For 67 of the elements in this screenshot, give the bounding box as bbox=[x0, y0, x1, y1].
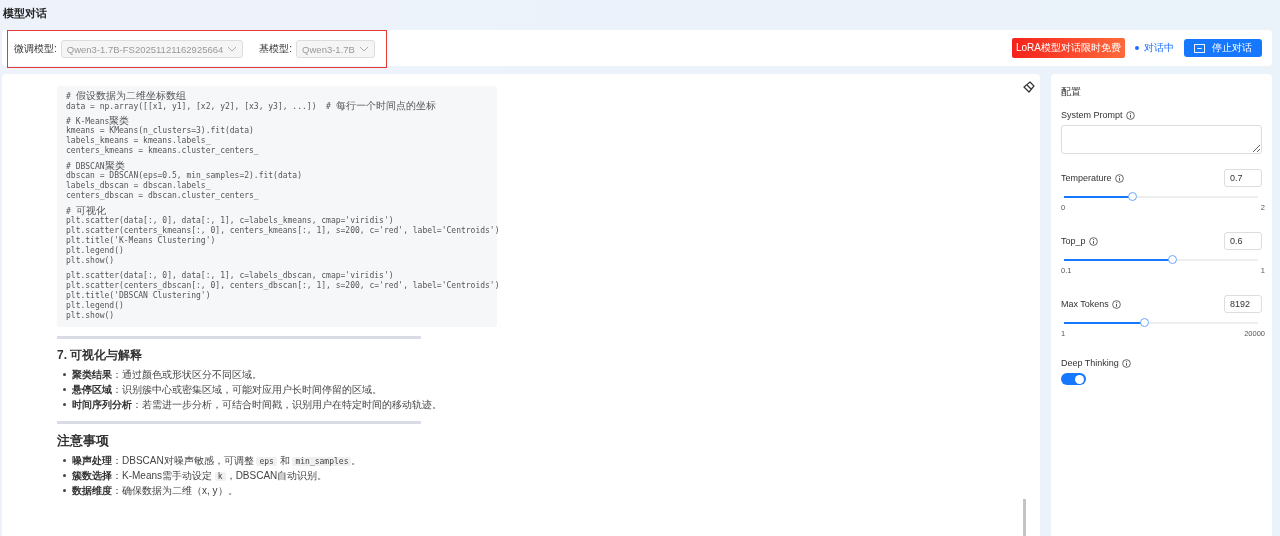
broom-icon[interactable] bbox=[1023, 81, 1035, 93]
chevron-down-icon bbox=[227, 46, 238, 52]
number-field[interactable]: 0.6 bbox=[1224, 232, 1262, 250]
code-line: dbscan = DBSCAN(eps=0.5, min_samples=2).fit(data) bbox=[66, 171, 302, 181]
bullet-icon bbox=[63, 373, 66, 376]
slider[interactable] bbox=[1064, 192, 1258, 202]
code-line: labels_dbscan = dbscan.labels_ bbox=[66, 181, 211, 191]
promo-badge: LoRA模型对话限时免费 bbox=[1012, 38, 1125, 58]
bullet-icon bbox=[63, 459, 66, 462]
info-icon bbox=[1121, 358, 1131, 368]
code-line: plt.scatter(data[:, 0], data[:, 1], c=labels_kmeans, cmap='viridis') bbox=[66, 216, 394, 226]
section-heading: 注意事项 bbox=[57, 432, 109, 449]
field-label: System Prompt bbox=[1061, 110, 1123, 120]
bullet-icon bbox=[63, 403, 66, 406]
chevron-down-icon bbox=[358, 46, 369, 52]
chat-icon bbox=[1194, 43, 1205, 53]
code-line: # 假设数据为二维坐标数组 bbox=[66, 91, 186, 101]
slider-thumb[interactable] bbox=[1167, 255, 1177, 264]
field-label: Top_p bbox=[1061, 236, 1086, 246]
code-line: plt.scatter(centers_dbscan[:, 0], centers_dbscan[:, 1], s=200, c='red', label='Centroids') bbox=[66, 281, 500, 291]
info-icon bbox=[1111, 299, 1121, 309]
field-label: Temperature bbox=[1061, 173, 1112, 183]
status-indicator: 对话中 bbox=[1135, 41, 1174, 55]
slider[interactable] bbox=[1064, 255, 1258, 265]
code-line: # K-Means聚类 bbox=[66, 116, 130, 126]
number-field[interactable]: 0.7 bbox=[1224, 169, 1262, 187]
code-line: centers_dbscan = dbscan.cluster_centers_ bbox=[66, 191, 259, 201]
code-line: plt.title('K-Means Clustering') bbox=[66, 236, 216, 246]
code-line: plt.show() bbox=[66, 256, 115, 266]
field-label: 基模型: bbox=[259, 42, 293, 56]
code-line: # 可视化 bbox=[66, 206, 106, 216]
code-line: data = np.array([[x1, y1], [x2, y2], [x3, y3], ...]) # 每行一个时间点的坐标 bbox=[66, 101, 436, 111]
code-line: plt.legend() bbox=[66, 301, 124, 311]
field-label: Deep Thinking bbox=[1061, 358, 1119, 368]
field-label: 微调模型: bbox=[14, 42, 57, 56]
code-line: centers_kmeans = kmeans.cluster_centers_ bbox=[66, 146, 259, 156]
number-field[interactable]: 8192 bbox=[1224, 295, 1262, 313]
code-line: kmeans = KMeans(n_clusters=3).fit(data) bbox=[66, 126, 254, 136]
bullet-icon bbox=[63, 489, 66, 492]
panel-title: 配置 bbox=[1061, 86, 1082, 99]
code-line: plt.title('DBSCAN Clustering') bbox=[66, 291, 211, 301]
code-line: plt.scatter(data[:, 0], data[:, 1], c=labels_dbscan, cmap='viridis') bbox=[66, 271, 394, 281]
slider[interactable] bbox=[1064, 318, 1258, 328]
info-icon bbox=[1125, 110, 1135, 120]
system-prompt-field[interactable] bbox=[1061, 125, 1262, 154]
slider-thumb[interactable] bbox=[1139, 318, 1149, 327]
code-line: # DBSCAN聚类 bbox=[66, 161, 125, 171]
bullet-icon bbox=[63, 474, 66, 477]
slider-thumb[interactable] bbox=[1127, 192, 1137, 201]
bullet-item: 簇数选择：K-Means需手动设定 k ，DBSCAN自动识别。 bbox=[72, 468, 328, 483]
code-line: plt.scatter(centers_kmeans[:, 0], centers_kmeans[:, 1], s=200, c='red', label='Centroids') bbox=[66, 226, 500, 236]
stop-chat-button[interactable]: 停止对话 bbox=[1184, 39, 1262, 57]
bullet-item: 噪声处理：DBSCAN对噪声敏感，可调整 eps 和 min_samples 。 bbox=[72, 453, 362, 468]
page-title: 模型对话 bbox=[2, 6, 48, 21]
code-line: labels_kmeans = kmeans.labels_ bbox=[66, 136, 211, 146]
bullet-item: 悬停区域：识别簇中心或密集区域，可能对应用户长时间停留的区域。 bbox=[72, 383, 382, 397]
code-line: plt.legend() bbox=[66, 246, 124, 256]
bullet-item: 聚类结果：通过颜色或形状区分不同区域。 bbox=[72, 368, 262, 382]
info-icon bbox=[1114, 173, 1124, 183]
bullet-icon bbox=[63, 388, 66, 391]
field-label: Max Tokens bbox=[1061, 299, 1109, 309]
bullet-item: 数据维度：确保数据为二维（x, y）。 bbox=[72, 484, 238, 498]
bullet-item: 时间序列分析：若需进一步分析，可结合时间戳，识别用户在特定时间的移动轨迹。 bbox=[72, 398, 442, 412]
code-line: plt.show() bbox=[66, 311, 115, 321]
toggle-switch[interactable] bbox=[1061, 373, 1086, 385]
info-icon bbox=[1088, 236, 1098, 246]
section-heading: 7. 可视化与解释 bbox=[57, 347, 143, 363]
